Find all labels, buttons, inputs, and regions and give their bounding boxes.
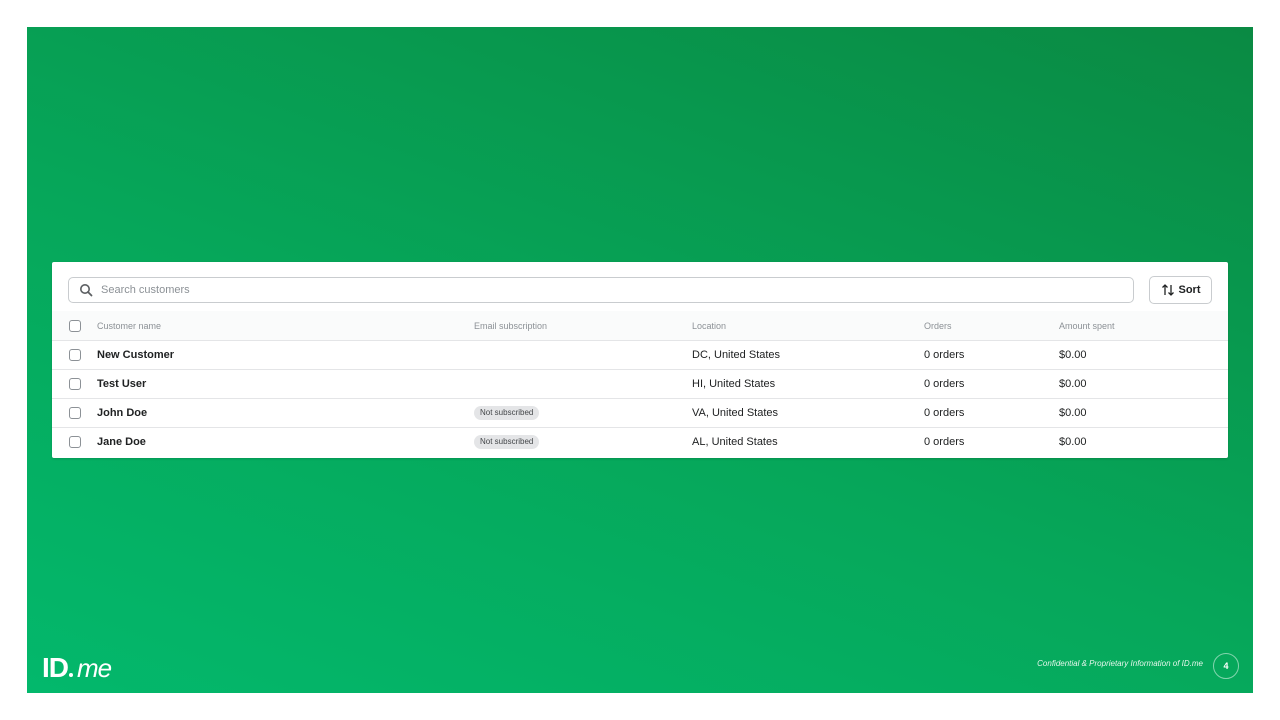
customers-panel: Sort Customer name Email subscription Lo… [52, 262, 1228, 458]
customer-orders: 0 orders [924, 349, 965, 361]
search-field[interactable] [68, 277, 1134, 303]
customers-table: Customer name Email subscription Locatio… [52, 311, 1228, 456]
customer-location: DC, United States [692, 349, 781, 361]
table-header: Customer name Email subscription Locatio… [52, 311, 1228, 340]
customer-amount: $0.00 [1059, 349, 1087, 361]
customer-location: AL, United States [692, 436, 778, 448]
header-email-subscription[interactable]: Email subscription [474, 311, 547, 340]
logo-me: me [77, 653, 112, 683]
customer-location: HI, United States [692, 378, 776, 390]
customer-location: VA, United States [692, 407, 779, 419]
header-customer-name[interactable]: Customer name [97, 311, 161, 340]
row-checkbox[interactable] [69, 407, 81, 419]
table-row[interactable]: New Customer DC, United States 0 orders … [52, 340, 1228, 369]
table-row[interactable]: Jane Doe Not subscribed AL, United State… [52, 427, 1228, 456]
select-all-checkbox[interactable] [69, 319, 81, 332]
idme-logo: ID me [42, 652, 112, 684]
table-row[interactable]: Test User HI, United States 0 orders $0.… [52, 369, 1228, 398]
sort-label: Sort [1178, 284, 1201, 296]
header-location[interactable]: Location [692, 311, 726, 340]
sort-arrows-icon [1161, 284, 1174, 296]
subscription-badge: Not subscribed [474, 406, 540, 420]
customer-name[interactable]: Test User [97, 370, 146, 398]
customer-orders: 0 orders [924, 407, 965, 419]
row-checkbox[interactable] [69, 349, 81, 361]
sort-button[interactable]: Sort [1149, 276, 1212, 304]
customer-orders: 0 orders [924, 436, 965, 448]
logo-id: ID [42, 652, 69, 683]
page-number: 4 [1213, 653, 1239, 679]
customer-amount: $0.00 [1059, 378, 1087, 390]
customer-amount: $0.00 [1059, 407, 1087, 419]
confidential-notice: Confidential & Proprietary Information o… [1037, 659, 1203, 668]
customer-name[interactable]: Jane Doe [97, 428, 146, 456]
header-orders[interactable]: Orders [924, 311, 952, 340]
customer-orders: 0 orders [924, 378, 965, 390]
search-icon [80, 284, 93, 297]
customer-amount: $0.00 [1059, 436, 1087, 448]
search-input[interactable] [101, 284, 1001, 296]
table-row[interactable]: John Doe Not subscribed VA, United State… [52, 398, 1228, 427]
logo-dot [69, 673, 73, 677]
customer-name[interactable]: John Doe [97, 399, 147, 427]
header-amount-spent[interactable]: Amount spent [1059, 311, 1115, 340]
row-checkbox[interactable] [69, 378, 81, 390]
row-checkbox[interactable] [69, 436, 81, 448]
slide-background: Sort Customer name Email subscription Lo… [27, 27, 1253, 693]
subscription-badge: Not subscribed [474, 435, 540, 449]
customer-name[interactable]: New Customer [97, 341, 174, 369]
